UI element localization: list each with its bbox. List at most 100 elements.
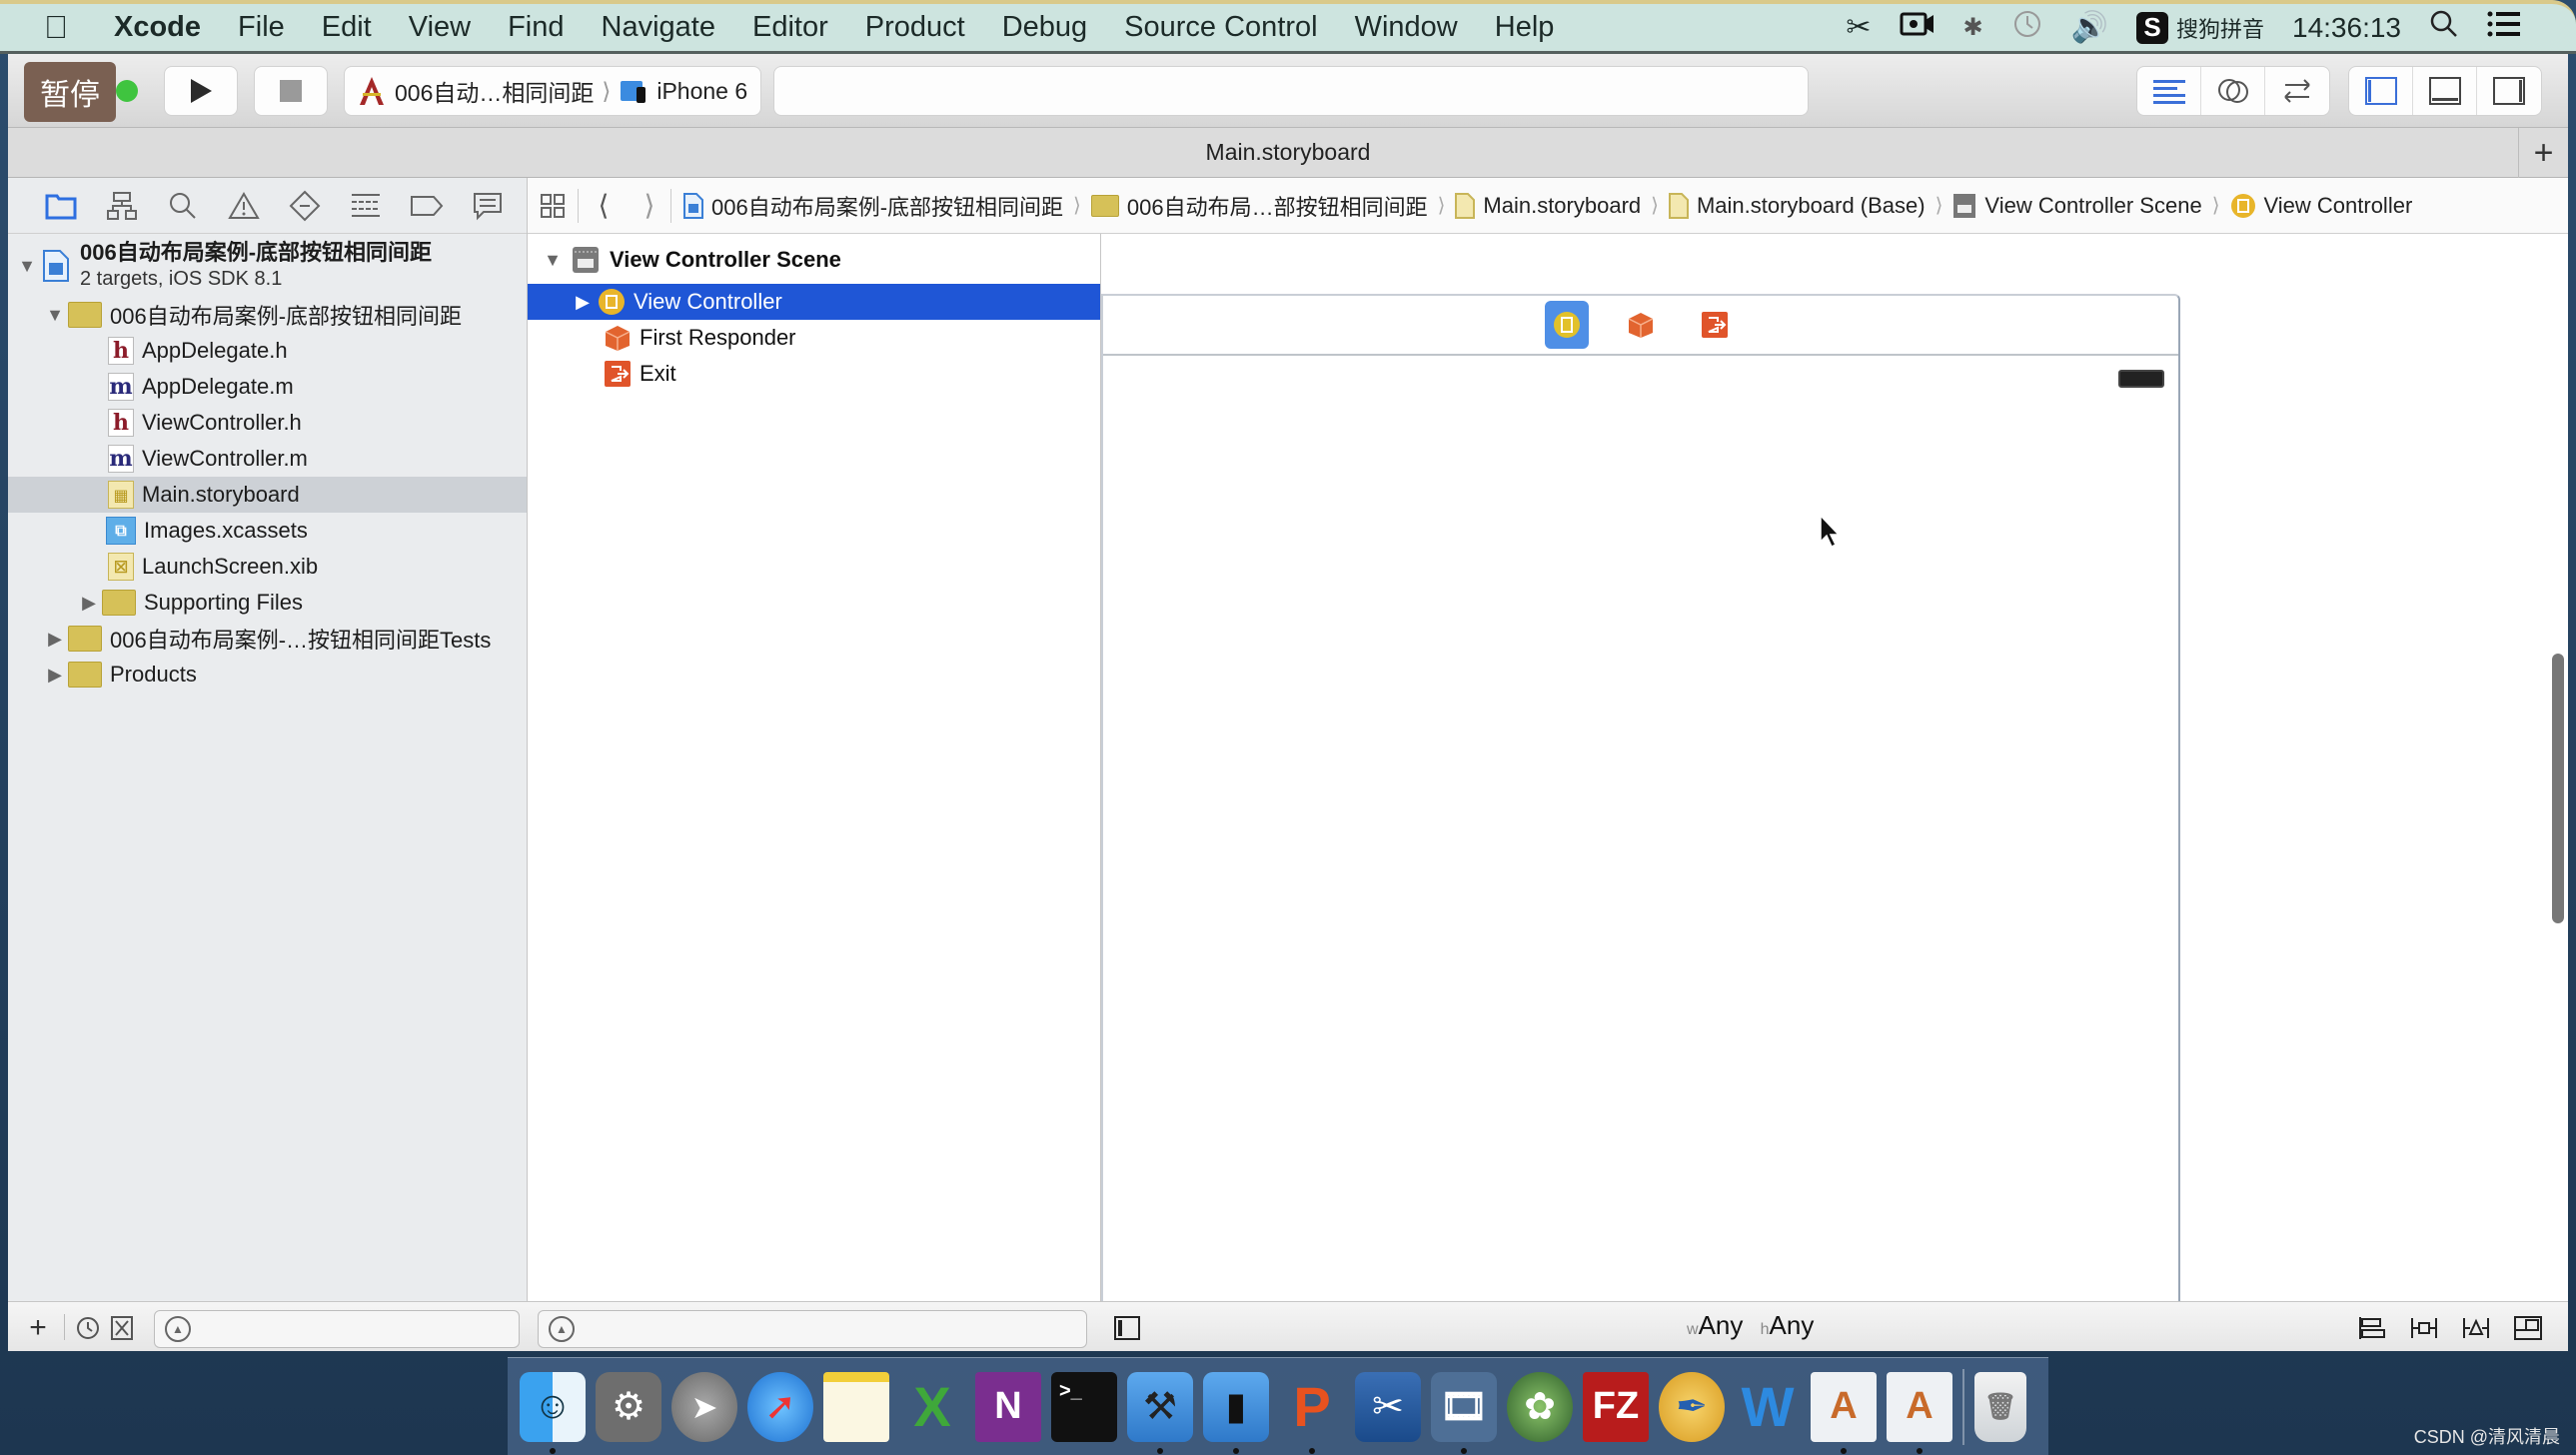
report-navigator-icon[interactable] [471, 189, 505, 223]
view-controller-scene[interactable] [1101, 294, 2180, 1303]
menu-view[interactable]: View [409, 11, 471, 44]
menu-editor[interactable]: Editor [752, 11, 828, 44]
run-button[interactable] [164, 66, 238, 116]
dock-app-xcode[interactable]: ⚒ [1127, 1371, 1193, 1454]
dock-app-excel[interactable]: X [899, 1372, 965, 1442]
dock-app-filezilla[interactable]: FZ [1583, 1371, 1649, 1442]
storyboard-canvas[interactable] [1101, 234, 2568, 1303]
tree-item-images-xcassets[interactable]: ⧉ Images.xcassets [8, 513, 527, 549]
outline-scene-row[interactable]: ▼ View Controller Scene [528, 242, 1100, 278]
outline-item-first-responder[interactable]: First Responder [528, 320, 1100, 356]
dock-app-sketch[interactable]: ✒ [1659, 1371, 1725, 1442]
volume-icon[interactable]: 🔊 [2071, 10, 2108, 45]
toggle-navigator-button[interactable] [2349, 67, 2413, 115]
align-button[interactable] [2358, 1316, 2386, 1340]
breakpoint-navigator-icon[interactable] [410, 189, 444, 223]
breadcrumb-scene[interactable]: View Controller Scene [1952, 193, 2202, 219]
outline-item-exit[interactable]: Exit [528, 356, 1100, 392]
canvas-vertical-scrollbar[interactable] [2552, 654, 2564, 923]
back-button[interactable]: ⟨ [579, 189, 629, 222]
dock-app-powerpoint[interactable]: P [1279, 1372, 1345, 1454]
dock-app-launchpad[interactable]: ➤ [671, 1371, 737, 1442]
forward-button[interactable]: ⟩ [629, 189, 670, 222]
menu-product[interactable]: Product [865, 11, 965, 44]
stop-button[interactable] [254, 66, 328, 116]
standard-editor-button[interactable] [2137, 67, 2201, 115]
dock-app-instruments-b[interactable]: A [1887, 1371, 1952, 1454]
tree-item-tests-folder[interactable]: ▶ 006自动布局案例-…按钮相同间距Tests [8, 621, 527, 657]
input-method[interactable]: S 搜狗拼音 [2135, 11, 2264, 44]
menu-debug[interactable]: Debug [1002, 11, 1087, 44]
test-navigator-icon[interactable] [288, 189, 322, 223]
dock-app-ios-simulator[interactable]: ▮ [1203, 1371, 1269, 1454]
scm-filter-button[interactable] [108, 1316, 136, 1340]
dock-trash[interactable]: 🗑 [1974, 1371, 2026, 1442]
outline-item-view-controller[interactable]: ▶ View Controller [528, 284, 1100, 320]
resizing-behavior-button[interactable] [2514, 1316, 2542, 1340]
toggle-debug-area-button[interactable] [2413, 67, 2477, 115]
menu-navigate[interactable]: Navigate [602, 11, 715, 44]
dock-exit-icon[interactable] [1693, 301, 1737, 349]
version-editor-button[interactable] [2265, 67, 2329, 115]
tree-item-appdelegate-m[interactable]: m AppDelegate.m [8, 369, 527, 405]
resolve-autolayout-button[interactable] [2462, 1316, 2490, 1340]
disclosure-collapsed-icon[interactable]: ▶ [574, 292, 592, 313]
related-items-icon[interactable] [528, 193, 578, 219]
pin-button[interactable] [2410, 1316, 2438, 1340]
debug-navigator-icon[interactable] [349, 189, 383, 223]
assistant-editor-button[interactable] [2201, 67, 2265, 115]
time-machine-icon[interactable] [2011, 8, 2043, 48]
breadcrumb-group[interactable]: 006自动布局…部按钮相同间距 [1090, 190, 1428, 222]
toggle-document-outline-button[interactable] [1113, 1316, 1141, 1340]
find-navigator-icon[interactable] [166, 189, 200, 223]
navigator-filter-field[interactable]: ▲ [154, 1310, 520, 1348]
tree-item-viewcontroller-m[interactable]: m ViewController.m [8, 441, 527, 477]
tab-main-storyboard[interactable]: Main.storyboard [1206, 139, 1371, 166]
project-navigator-icon[interactable] [44, 189, 78, 223]
dock-app-screenshot[interactable]: ✂ [1355, 1371, 1421, 1442]
tree-item-viewcontroller-h[interactable]: h ViewController.h [8, 405, 527, 441]
menu-file[interactable]: File [238, 11, 285, 44]
tree-item-products[interactable]: ▶ Products [8, 657, 527, 693]
dock-app-video[interactable]: 🎞 [1431, 1371, 1497, 1454]
symbol-navigator-icon[interactable] [105, 189, 139, 223]
menu-app-name[interactable]: Xcode [114, 11, 201, 44]
breadcrumb-storyboard-base[interactable]: Main.storyboard (Base) [1668, 192, 1926, 219]
dock-app-notes[interactable] [823, 1371, 889, 1442]
screen-record-icon[interactable] [1900, 10, 1935, 46]
size-class-control[interactable]: wAny hAny [1687, 1310, 1814, 1341]
menu-find[interactable]: Find [508, 11, 564, 44]
tree-item-group-folder[interactable]: ▼ 006自动布局案例-底部按钮相同间距 [8, 297, 527, 333]
add-file-button[interactable]: + [24, 1311, 52, 1344]
scissors-icon[interactable]: ✂ [1846, 10, 1871, 45]
tree-item-appdelegate-h[interactable]: h AppDelegate.h [8, 333, 527, 369]
dock-app-system-preferences[interactable]: ⚙ [596, 1371, 661, 1442]
dock-app-vypo[interactable]: ✿ [1507, 1371, 1573, 1442]
toggle-utilities-button[interactable] [2477, 67, 2541, 115]
menu-help[interactable]: Help [1495, 11, 1555, 44]
menu-window[interactable]: Window [1355, 11, 1458, 44]
notification-center-icon[interactable] [2487, 11, 2521, 45]
breadcrumb-storyboard[interactable]: Main.storyboard [1455, 192, 1641, 219]
scheme-selector[interactable]: 006自动…相同间距 ⟩ iPhone 6 [344, 66, 761, 116]
dock-app-terminal[interactable]: >_ [1051, 1371, 1117, 1442]
breadcrumb-project[interactable]: 006自动布局案例-底部按钮相同间距 [683, 190, 1063, 222]
apple-menu-icon[interactable]:  [44, 9, 84, 46]
tree-item-launchscreen-xib[interactable]: ☒ LaunchScreen.xib [8, 549, 527, 585]
spotlight-search-icon[interactable] [2429, 9, 2459, 47]
project-root-row[interactable]: ▼ 006自动布局案例-底部按钮相同间距 2 targets, iOS SDK … [8, 236, 527, 296]
dock-view-controller-icon[interactable] [1545, 301, 1589, 349]
disclosure-expanded-icon[interactable]: ▼ [46, 305, 64, 326]
bluetooth-icon[interactable]: ✱ [1963, 13, 1983, 42]
disclosure-expanded-icon[interactable]: ▼ [18, 256, 36, 277]
disclosure-expanded-icon[interactable]: ▼ [544, 250, 562, 271]
dock-app-onenote[interactable]: N [975, 1371, 1041, 1442]
dock-app-instruments-a[interactable]: A [1811, 1371, 1877, 1454]
dock-app-word[interactable]: W [1735, 1372, 1801, 1442]
disclosure-collapsed-icon[interactable]: ▶ [80, 593, 98, 614]
breadcrumb-view-controller[interactable]: View Controller [2230, 193, 2412, 219]
dock-first-responder-icon[interactable] [1619, 301, 1663, 349]
disclosure-collapsed-icon[interactable]: ▶ [46, 665, 64, 686]
disclosure-collapsed-icon[interactable]: ▶ [46, 629, 64, 650]
new-tab-button[interactable]: + [2518, 128, 2568, 178]
